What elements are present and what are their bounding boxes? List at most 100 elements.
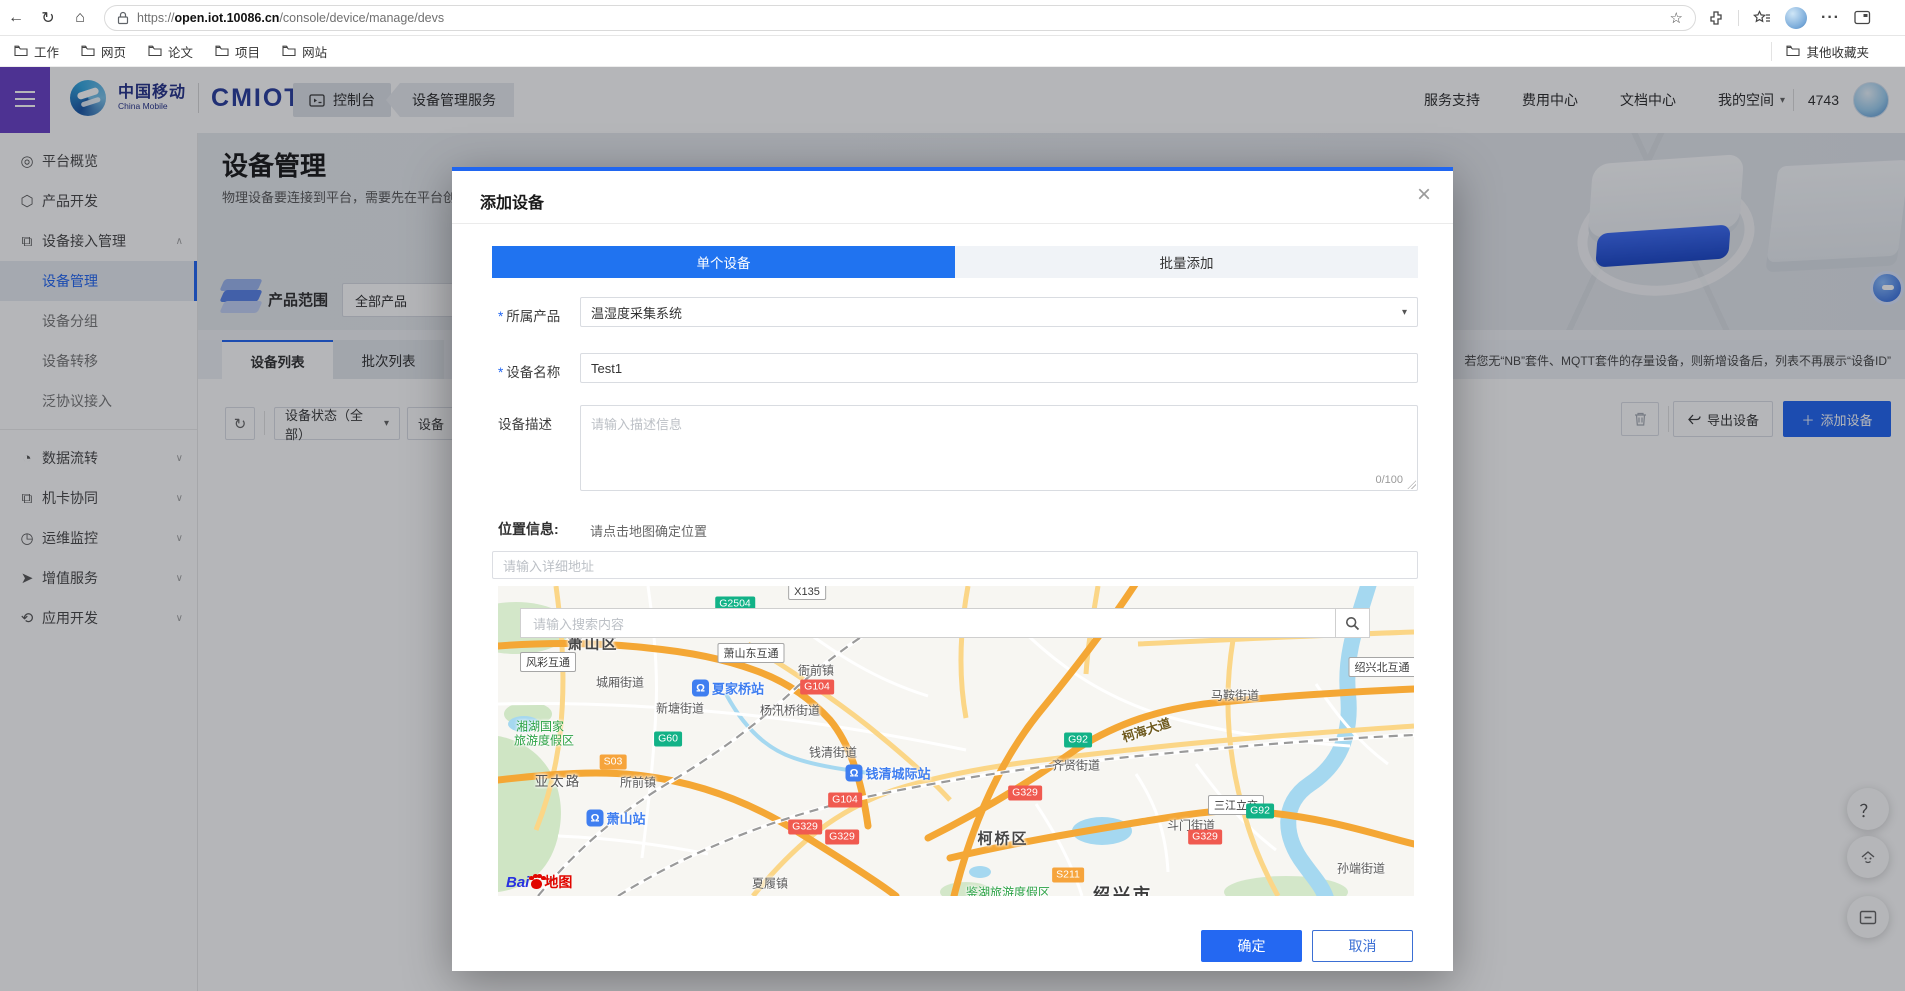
export-devices-button[interactable]: 导出设备 [1673,401,1773,437]
help-floating-button[interactable]: ？ [1847,788,1889,830]
console-icon [309,94,325,107]
name-field-label: *设备名称 [498,361,582,381]
other-favorites[interactable]: 其他收藏夹 [1771,42,1869,61]
sidebar-item-icon: ⬡ [12,192,42,210]
customer-service-floating-button[interactable] [1847,836,1889,878]
device-id-note: 若您无“NB”套件、MQTT套件的存量设备，则新增设备后，列表不再展示“设备ID… [1464,352,1891,369]
sidebar-item[interactable]: ⧉ 机卡协同 ∨ [0,478,197,518]
url-text: https://open.iot.10086.cn/console/device… [137,11,444,25]
product-scope-label: 产品范围 [268,289,328,310]
back-icon[interactable]: ← [0,9,32,27]
map-search-button[interactable] [1336,608,1370,638]
sidebar-item-icon: ◎ [12,152,42,170]
bookmark-item[interactable]: 网站 [282,42,327,61]
add-device-button[interactable]: ＋ 添加设备 [1783,401,1891,437]
delete-button[interactable] [1621,402,1659,436]
sidebar-item-label: 设备转移 [42,351,183,371]
sidebar-item[interactable]: 泛协议接入 [0,381,197,421]
chevron-down-icon: ▾ [384,418,389,429]
trash-icon [1633,411,1648,427]
address-bar[interactable]: https://open.iot.10086.cn/console/device… [104,5,1696,31]
my-space-menu[interactable]: 我的空间 ▾ [1718,90,1785,110]
page-title: 设备管理 [222,146,326,183]
sidebar-item-label: 设备接入管理 [42,231,176,251]
favorite-star-icon[interactable]: ☆ [1670,9,1683,27]
sidebar-item-label: 设备分组 [42,311,183,331]
sidebar-item[interactable]: 设备分组 [0,301,197,341]
device-status-filter[interactable]: 设备状态（全部） ▾ [274,407,400,440]
feedback-floating-button[interactable] [1847,896,1889,938]
confirm-button[interactable]: 确定 [1201,930,1302,962]
add-device-modal: 添加设备 × 单个设备批量添加 *所属产品 温湿度采集系统 ▾ *设备名称 Te… [452,167,1453,971]
header-nav-item[interactable]: 费用中心 [1522,90,1578,110]
bookmark-item[interactable]: 项目 [215,42,260,61]
cancel-button[interactable]: 取消 [1312,930,1413,962]
cmiot-logo: CMIOT [211,84,302,113]
device-name-input[interactable]: Test1 [580,353,1418,383]
tab-batch-list[interactable]: 批次列表 [333,340,444,379]
sidebar-item-label: 平台概览 [42,151,183,171]
baidu-map[interactable]: 萧山区柯桥区绍兴市X135风彩互通萧山东互通绍兴北互通三江立交衙前镇城厢街道新塘… [498,586,1414,896]
location-hint: 请点击地图确定位置 [590,521,707,540]
message-count[interactable]: 4743 [1808,92,1839,108]
bookmark-item[interactable]: 工作 [14,42,59,61]
sidebar-item[interactable]: ⟲ 应用开发 ∨ [0,598,197,638]
robot-face-icon [1858,848,1878,866]
char-counter: 0/100 [1375,474,1403,486]
modal-tab[interactable]: 批量添加 [955,246,1418,278]
sidebar-item[interactable]: ⬡ 产品开发 [0,181,197,221]
modal-tab[interactable]: 单个设备 [492,246,955,278]
folder-icon [1786,45,1800,57]
folder-icon [215,45,229,57]
sidebar-item-icon: ⧉ [12,233,42,250]
sidebar-item[interactable]: 设备转移 [0,341,197,381]
resize-grip-icon[interactable] [1407,480,1416,489]
folder-icon [148,45,162,57]
home-icon[interactable]: ⌂ [64,9,96,27]
header-nav-item[interactable]: 服务支持 [1424,90,1480,110]
sidebar-item[interactable]: ⧉ 设备接入管理 ∧ [0,221,197,261]
sidebar-item[interactable]: ◷ 运维监控 ∨ [0,518,197,558]
hamburger-menu-button[interactable] [0,67,50,133]
refresh-button[interactable]: ↻ [225,407,255,440]
tab-device-list[interactable]: 设备列表 [222,340,333,379]
export-icon [1687,413,1701,426]
product-select[interactable]: 温湿度采集系统 ▾ [580,297,1418,327]
browser-menu-icon[interactable]: ··· [1821,9,1840,27]
address-input[interactable]: 请输入详细地址 [492,551,1418,579]
bookmark-item[interactable]: 论文 [148,42,193,61]
service-breadcrumb[interactable]: 设备管理服务 [386,83,514,117]
bookmarks-bar: 工作 网页 论文 项目 网站 [0,36,1905,67]
header-nav-item[interactable]: 文档中心 [1620,90,1676,110]
sidebar-item-icon: ➤ [12,569,42,587]
sidebar-item[interactable]: ◔ 数据流转 ∨ [0,438,197,478]
refresh-icon[interactable]: ↻ [32,8,64,28]
sidebar-item[interactable]: ◎ 平台概览 [0,141,197,181]
sidebar-item-icon: ⟲ [12,609,42,627]
message-icon [1859,910,1877,925]
bookmark-item[interactable]: 网页 [81,42,126,61]
chevron-icon: ∨ [176,533,183,544]
sidebar: ◎ 平台概览 ⬡ 产品开发 ⧉ 设备接入管理 ∧ 设备管理 设备分组 设备转移 … [0,133,198,991]
sidebar-item[interactable]: 设备管理 [0,261,197,301]
folder-icon [14,45,28,57]
sidebar-item[interactable]: ➤ 增值服务 ∨ [0,558,197,598]
modal-title: 添加设备 [480,189,544,213]
user-avatar[interactable] [1853,82,1889,118]
console-breadcrumb[interactable]: 控制台 [293,83,391,117]
brand-cn: 中国移动 [118,84,186,102]
browser-profile-avatar[interactable] [1785,7,1807,29]
sidebar-panel-icon[interactable] [1854,10,1871,25]
device-description-textarea[interactable]: 请输入描述信息 0/100 [580,405,1418,491]
baidu-logo: Bai 地图 [506,872,572,892]
folder-icon [282,45,296,57]
extensions-icon[interactable] [1708,10,1724,26]
browser-chrome: ← ↻ ⌂ https://open.iot.10086.cn/console/… [0,0,1905,36]
map-search-input[interactable]: 请输入搜索内容 [520,608,1336,638]
chevron-icon: ∨ [176,453,183,464]
favorites-bar-icon[interactable] [1753,10,1771,26]
search-icon [1345,616,1360,631]
close-icon[interactable]: × [1417,183,1431,207]
sidebar-item-icon: ⧉ [12,490,42,507]
sidebar-item-label: 机卡协同 [42,488,176,508]
